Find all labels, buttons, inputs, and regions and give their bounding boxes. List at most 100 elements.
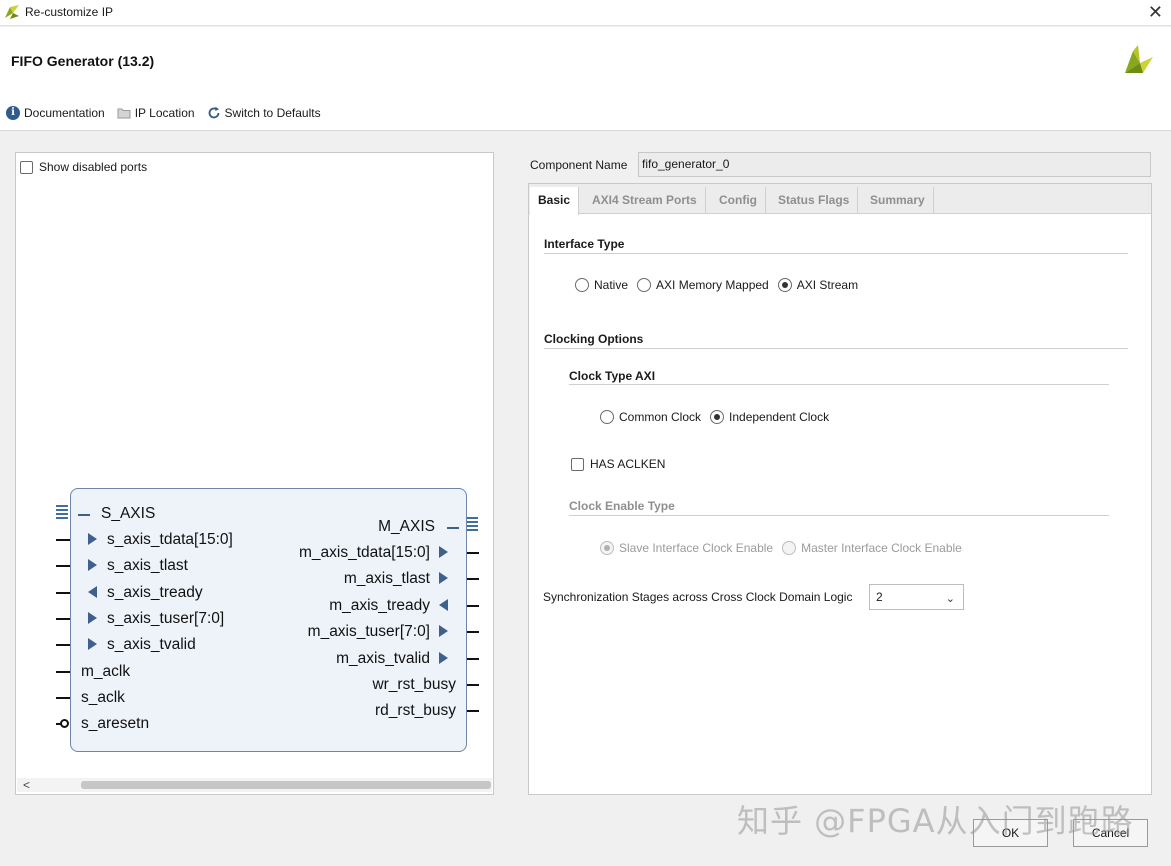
port-m-axis-tvalid: m_axis_tvalid bbox=[336, 650, 430, 667]
radio-common-clock-label: Common Clock bbox=[619, 410, 702, 424]
switch-to-defaults-button[interactable]: Switch to Defaults bbox=[207, 106, 321, 120]
pin-m-axis-tlast bbox=[467, 578, 479, 580]
port-m-aclk: m_aclk bbox=[81, 663, 131, 680]
pin-m-axis-tvalid bbox=[467, 658, 479, 660]
input-arrow-icon bbox=[88, 638, 97, 650]
scroll-left-icon[interactable]: < bbox=[23, 778, 30, 792]
clock-type-axi-title: Clock Type AXI bbox=[569, 369, 656, 383]
radio-master-clock-enable-label: Master Interface Clock Enable bbox=[801, 541, 962, 555]
tab-summary[interactable]: Summary bbox=[862, 187, 934, 214]
cancel-button[interactable]: Cancel bbox=[1073, 819, 1148, 847]
port-m-axis-tuser: m_axis_tuser[7:0] bbox=[307, 623, 430, 640]
radio-common-clock[interactable] bbox=[600, 410, 614, 424]
pin-m-aclk bbox=[56, 671, 70, 673]
documentation-button[interactable]: i Documentation bbox=[6, 106, 105, 120]
vivado-logo-icon bbox=[5, 5, 19, 19]
s-axis-bus-icon bbox=[56, 505, 68, 519]
ok-button[interactable]: OK bbox=[973, 819, 1048, 847]
documentation-label: Documentation bbox=[24, 106, 105, 120]
scrollbar-thumb[interactable] bbox=[81, 781, 491, 789]
input-arrow-icon bbox=[88, 612, 97, 624]
has-aclken-checkbox[interactable]: HAS ACLKEN bbox=[571, 457, 665, 471]
port-s-aresetn: s_aresetn bbox=[81, 715, 150, 732]
component-name-input[interactable]: fifo_generator_0 bbox=[638, 152, 1151, 177]
clock-enable-options: Slave Interface Clock Enable Master Inte… bbox=[600, 541, 971, 555]
horizontal-scrollbar[interactable]: < bbox=[17, 778, 492, 792]
interface-type-title: Interface Type bbox=[544, 237, 625, 251]
sync-stages-label: Synchronization Stages across Cross Cloc… bbox=[543, 590, 853, 604]
checkbox-box[interactable] bbox=[571, 457, 584, 471]
port-rd-rst-busy: rd_rst_busy bbox=[375, 702, 456, 719]
config-tabs-panel: Basic AXI4 Stream Ports Config Status Fl… bbox=[528, 183, 1152, 795]
s-axis-collapse-icon[interactable] bbox=[78, 514, 90, 516]
radio-native[interactable] bbox=[575, 278, 589, 292]
divider bbox=[569, 384, 1109, 385]
folder-icon bbox=[117, 108, 131, 119]
radio-axi-stream-label: AXI Stream bbox=[796, 278, 859, 292]
pin-m-axis-tready bbox=[467, 605, 479, 607]
clock-type-options: Common Clock Independent Clock bbox=[600, 410, 838, 424]
pin-s-axis-tvalid bbox=[56, 644, 70, 646]
pin-s-axis-tready bbox=[56, 592, 70, 594]
fifo-ip-block: S_AXIS s_axis_tdata[15:0] s_axis_tlast s… bbox=[70, 488, 467, 752]
radio-native-label: Native bbox=[594, 278, 629, 292]
pin-s-axis-tuser bbox=[56, 618, 70, 620]
radio-independent-clock-label: Independent Clock bbox=[729, 410, 830, 424]
tab-bar: Basic AXI4 Stream Ports Config Status Fl… bbox=[529, 184, 1151, 215]
divider bbox=[569, 515, 1109, 516]
port-s-aclk: s_aclk bbox=[81, 689, 125, 706]
clocking-options-title: Clocking Options bbox=[544, 332, 644, 346]
window-titlebar: Re-customize IP ✕ bbox=[0, 0, 1171, 26]
sync-stages-select[interactable]: 2 ⌄ bbox=[869, 584, 964, 610]
input-arrow-icon bbox=[88, 559, 97, 571]
checkbox-box[interactable] bbox=[20, 160, 33, 174]
input-arrow-icon bbox=[439, 599, 448, 611]
info-icon: i bbox=[6, 106, 20, 120]
tab-basic[interactable]: Basic bbox=[530, 187, 580, 215]
m-axis-bus-icon bbox=[466, 517, 478, 531]
ip-symbol-panel: Show disabled ports S_AXIS s_axis_tdata[… bbox=[15, 152, 494, 795]
m-axis-collapse-icon[interactable] bbox=[447, 527, 459, 529]
inverted-pin-icon bbox=[60, 719, 69, 728]
port-s-axis-tdata: s_axis_tdata[15:0] bbox=[107, 531, 233, 548]
tab-status-flags[interactable]: Status Flags bbox=[770, 187, 859, 214]
radio-axi-stream[interactable] bbox=[777, 278, 792, 292]
radio-slave-clock-enable-label: Slave Interface Clock Enable bbox=[619, 541, 774, 555]
window-title: Re-customize IP bbox=[25, 5, 114, 19]
show-disabled-ports-checkbox[interactable]: Show disabled ports bbox=[20, 160, 147, 174]
chevron-down-icon: ⌄ bbox=[945, 593, 955, 605]
pin-s-aclk bbox=[56, 697, 70, 699]
pin-m-axis-tdata bbox=[467, 552, 479, 554]
output-arrow-icon bbox=[88, 586, 97, 598]
pin-s-axis-tlast bbox=[56, 565, 70, 567]
close-icon[interactable]: ✕ bbox=[1148, 2, 1163, 22]
port-s-axis-tvalid: s_axis_tvalid bbox=[107, 636, 196, 653]
pin-s-axis-tdata bbox=[56, 539, 70, 541]
ip-location-button[interactable]: IP Location bbox=[117, 106, 195, 120]
refresh-icon bbox=[208, 106, 219, 119]
radio-axi-memory-mapped-label: AXI Memory Mapped bbox=[656, 278, 769, 292]
radio-independent-clock[interactable] bbox=[710, 410, 725, 424]
tab-config[interactable]: Config bbox=[711, 187, 766, 214]
port-m-axis: M_AXIS bbox=[378, 518, 435, 535]
pin-m-axis-tuser bbox=[467, 631, 479, 633]
ip-title: FIFO Generator (13.2) bbox=[11, 53, 155, 69]
port-m-axis-tready: m_axis_tready bbox=[329, 597, 430, 614]
port-s-axis-tready: s_axis_tready bbox=[107, 584, 203, 601]
sync-stages-value: 2 bbox=[876, 590, 883, 604]
interface-type-options: Native AXI Memory Mapped AXI Stream bbox=[575, 278, 867, 292]
radio-master-interface-clock-enable[interactable] bbox=[782, 541, 797, 555]
output-arrow-icon bbox=[439, 625, 448, 637]
ip-header: FIFO Generator (13.2) i Documentation IP… bbox=[0, 27, 1171, 131]
port-s-axis-tuser: s_axis_tuser[7:0] bbox=[107, 610, 225, 627]
input-arrow-icon bbox=[88, 533, 97, 545]
port-s-axis-tlast: s_axis_tlast bbox=[107, 557, 188, 574]
radio-axi-memory-mapped[interactable] bbox=[637, 278, 652, 292]
tab-axi4-stream-ports[interactable]: AXI4 Stream Ports bbox=[584, 187, 706, 214]
output-arrow-icon bbox=[439, 572, 448, 584]
pin-rd-rst-busy bbox=[467, 710, 479, 712]
port-wr-rst-busy: wr_rst_busy bbox=[372, 676, 456, 693]
port-m-axis-tdata: m_axis_tdata[15:0] bbox=[299, 544, 430, 561]
ip-location-label: IP Location bbox=[134, 106, 195, 120]
radio-slave-interface-clock-enable[interactable] bbox=[600, 541, 614, 555]
